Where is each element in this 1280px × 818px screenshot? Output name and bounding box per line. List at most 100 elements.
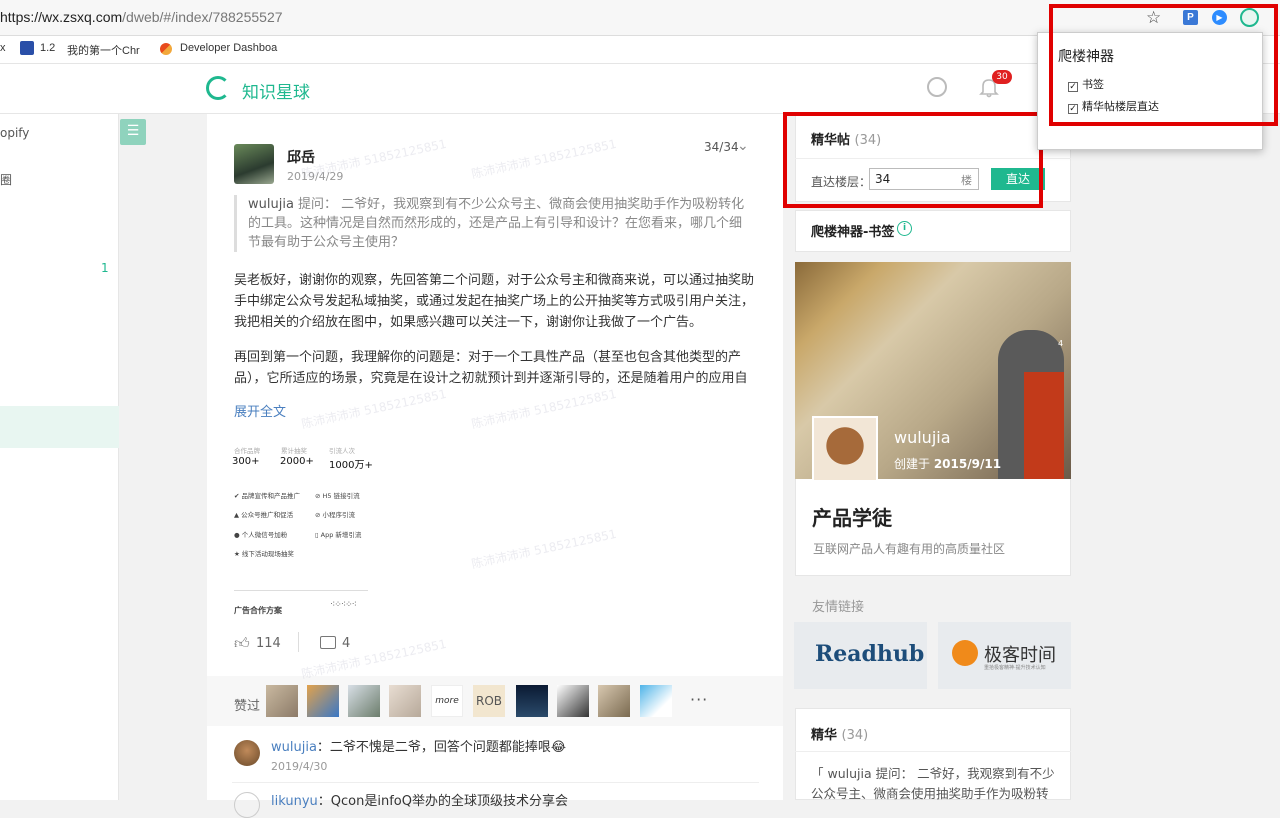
highlight-box [1049, 4, 1278, 126]
image-feature-text: 线下活动现场抽奖 [241, 550, 294, 558]
sidebar-item[interactable]: opify [0, 126, 29, 140]
question-text: 提问： 二爷好，我观察到有不少公众号主、微商会使用抽奖助手作为吸粉转化的工具。这… [248, 197, 745, 250]
image-stat-value: 1000万+ [329, 460, 373, 471]
commenter-avatar[interactable] [234, 792, 260, 818]
url-host: https://wx.zsxq.com [0, 9, 123, 25]
comment-divider [232, 782, 759, 783]
image-footer: 广告合作方案 [234, 606, 282, 615]
like-count[interactable]: 114 [256, 636, 281, 651]
liked-by-label: 赞过 [234, 699, 261, 714]
image-feature: ⊘ 小程序引流 [315, 511, 356, 519]
commenter-avatar[interactable] [234, 740, 260, 766]
cover-door [1024, 372, 1064, 479]
sidebar-item-active[interactable] [0, 406, 119, 448]
group-created: 创建于 2015/9/11 [894, 455, 1001, 472]
image-feature-text: 小程序引流 [322, 511, 356, 519]
liker-avatar[interactable] [640, 685, 672, 717]
more-likers-icon[interactable]: ··· [690, 690, 708, 709]
answer-paragraph: 再回到第一个问题，我理解你的问题是：对于一个工具性产品（甚至也包含其他类型的产品… [234, 350, 748, 385]
url-path: /dweb/#/index/788255527 [122, 9, 283, 25]
image-qr-icon: ⁖⁘⁖⁘⁖ [330, 600, 357, 610]
liker-avatar[interactable]: more [431, 685, 463, 717]
liker-avatar[interactable]: ROB [473, 685, 505, 717]
thumbs-up-icon[interactable]: 👍︎ [234, 634, 250, 653]
image-feature: ★ 线下活动现场抽奖 [234, 550, 294, 558]
geektime-link[interactable]: 极客时间 重拾极客精神·提升技术认知 [938, 622, 1071, 689]
liker-avatar[interactable] [307, 685, 339, 717]
owner-name[interactable]: wulujia [894, 428, 951, 447]
image-feature: ✔ 品牌宣传和产品推广 [234, 492, 301, 500]
sidebar: opify 圈 1 [0, 114, 119, 800]
liker-avatar[interactable] [557, 685, 589, 717]
readhub-label: Readhub [815, 641, 925, 667]
image-feature: ▯ App 新增引流 [315, 531, 362, 539]
image-feature-text: App 新增引流 [320, 531, 362, 539]
image-stat-label: 合作品牌 [234, 447, 260, 455]
image-feature-text: 个人微信号加粉 [241, 531, 288, 539]
geektime-sub: 重拾极客精神·提升技术认知 [984, 665, 1046, 671]
dashboard-favicon-icon [160, 43, 172, 55]
action-divider [298, 632, 299, 652]
post-date: 2019/4/29 [287, 170, 344, 183]
digest-preview-text[interactable]: 「 wulujia 提问： 二爷好，我观察到有不少公众号主、微商会使用抽奖助手作… [811, 764, 1056, 800]
bookmark-favicon-icon [20, 41, 34, 55]
bookmark-panel-title: 爬楼神器-书签 [811, 225, 895, 240]
comment-text: wulujia：二爷不愧是二爷，回答个问题都能捧哏😂 [271, 736, 566, 755]
image-feature-text: 公众号推广和促活 [241, 511, 294, 519]
question-quote: wulujia 提问： 二爷好，我观察到有不少公众号主、微商会使用抽奖助手作为吸… [234, 195, 754, 252]
bookmark-item[interactable]: x [0, 42, 6, 54]
bookmark-item[interactable]: 1.2 [40, 42, 55, 54]
bookmark-item[interactable]: Developer Dashboa [180, 42, 283, 54]
logo-text[interactable]: 知识星球 [242, 78, 310, 103]
chevron-down-icon[interactable]: ⌄ [737, 138, 749, 154]
image-stat-value: 300+ [232, 456, 260, 467]
search-icon[interactable] [927, 77, 947, 97]
owner-face-icon [814, 418, 876, 480]
comment-body: ：Qcon是infoQ举办的全球顶级技术分享会 [317, 794, 568, 809]
image-feature-text: H5 链接引流 [322, 492, 360, 500]
image-feature: ⊘ H5 链接引流 [315, 492, 360, 500]
readhub-link[interactable]: Readhub [794, 622, 927, 689]
url-field[interactable]: https://wx.zsxq.com/dweb/#/index/7882555… [0, 9, 283, 25]
liker-avatar[interactable] [266, 685, 298, 717]
answer-paragraph: 吴老板好，谢谢你的观察，先回答第二个问题，对于公众号主和微商来说，可以通过抽奖助… [234, 273, 755, 330]
comment-body: ：二爷不愧是二爷，回答个问题都能捧哏😂 [316, 740, 567, 755]
digest-preview-title: 精华 (34) [811, 724, 868, 743]
question-asker[interactable]: wulujia [248, 197, 294, 212]
liker-avatar[interactable] [348, 685, 380, 717]
created-date: 2015/9/11 [933, 457, 1002, 471]
commenter-name[interactable]: likunyu [271, 794, 318, 809]
liker-avatar[interactable] [516, 685, 548, 717]
group-name[interactable]: 产品学徒 [812, 502, 892, 531]
digest-preview-title-text: 精华 [811, 728, 838, 743]
sidebar-item[interactable]: 圈 [0, 171, 12, 188]
comment-count[interactable]: 4 [342, 636, 350, 651]
author-avatar[interactable] [234, 144, 274, 184]
commenter-name[interactable]: wulujia [271, 740, 317, 755]
sidebar-toggle-icon[interactable]: ☰ [120, 119, 146, 145]
expand-link[interactable]: 展开全文 [234, 401, 286, 420]
info-icon[interactable]: i [897, 221, 912, 236]
liker-avatar[interactable] [598, 685, 630, 717]
sidebar-count: 1 [101, 261, 109, 275]
created-prefix: 创建于 [894, 457, 934, 471]
image-feature: ● 个人微信号加粉 [234, 531, 288, 539]
image-feature-text: 品牌宣传和产品推广 [241, 492, 301, 500]
cover-badge: 4 [1058, 339, 1064, 348]
comment-icon[interactable] [320, 636, 336, 649]
image-divider [234, 590, 368, 591]
bookmark-item[interactable]: 我的第一个Chr [67, 42, 143, 58]
floor-indicator: 34/34 [704, 140, 739, 154]
liker-avatar[interactable] [389, 685, 421, 717]
author-name[interactable]: 邱岳 [287, 147, 315, 167]
links-title: 友情链接 [812, 600, 865, 615]
image-stat-label: 累计抽奖 [281, 447, 307, 455]
image-feature: ▲ 公众号推广和促活 [234, 511, 294, 519]
geektime-logo-icon [952, 640, 978, 666]
image-stat-value: 2000+ [280, 456, 314, 467]
owner-avatar[interactable] [812, 416, 878, 482]
logo-icon[interactable] [206, 76, 230, 100]
group-desc: 互联网产品人有趣有用的高质量社区 [813, 542, 1006, 556]
digest-preview-count: (34) [841, 728, 869, 743]
highlight-box [783, 112, 1043, 208]
